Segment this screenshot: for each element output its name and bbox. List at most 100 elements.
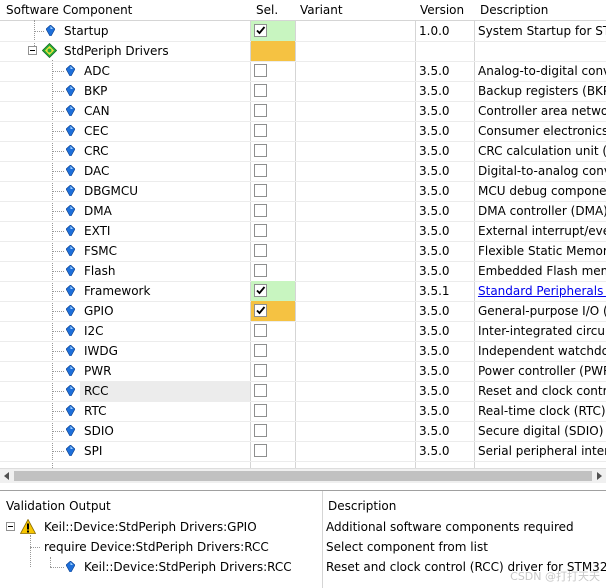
select-checkbox[interactable] xyxy=(254,144,267,157)
version-value: 3.5.0 xyxy=(419,164,450,178)
select-checkbox[interactable] xyxy=(254,84,267,97)
tree-branch xyxy=(52,371,64,373)
component-name: IWDG xyxy=(84,344,118,358)
component-row-spi[interactable]: SPI 3.5.0 Serial peripheral interface xyxy=(0,441,606,462)
component-row-fsmc[interactable]: FSMC 3.5.0 Flexible Static Memory Controll… xyxy=(0,241,606,262)
header-validation-description[interactable]: Description xyxy=(328,491,396,515)
component-row-cec[interactable]: CEC 3.5.0 Consumer electronics control xyxy=(0,121,606,142)
component-row-sdio[interactable]: SDIO 3.5.0 Secure digital (SDIO) interface xyxy=(0,421,606,442)
sel-cell xyxy=(251,181,295,201)
header-description[interactable]: Description xyxy=(480,0,548,20)
component-row-crc[interactable]: CRC 3.5.0 CRC calculation unit (CRC) xyxy=(0,141,606,162)
component-row-adc[interactable]: ADC 3.5.0 Analog-to-digital converter xyxy=(0,61,606,82)
select-checkbox[interactable] xyxy=(254,404,267,417)
sel-cell xyxy=(251,41,295,61)
tree-branch xyxy=(52,71,64,73)
component-row-rtc[interactable]: RTC 3.5.0 Real-time clock (RTC) driver xyxy=(0,401,606,422)
description-link[interactable]: Standard Peripherals Drivers xyxy=(478,281,606,301)
description-value: Analog-to-digital converter xyxy=(478,64,606,78)
tree-branch xyxy=(50,567,64,569)
component-name: CRC xyxy=(84,144,109,158)
component-row-flash[interactable]: Flash 3.5.0 Embedded Flash memory xyxy=(0,261,606,282)
select-checkbox[interactable] xyxy=(254,64,267,77)
version-value: 3.5.0 xyxy=(419,104,450,118)
component-row-can[interactable]: CAN 3.5.0 Controller area network xyxy=(0,101,606,122)
select-checkbox[interactable] xyxy=(254,364,267,377)
tree-branch xyxy=(52,411,64,413)
header-version[interactable]: Version xyxy=(420,0,464,20)
scroll-left-arrow-icon[interactable] xyxy=(3,472,10,480)
tree-branch xyxy=(52,131,64,133)
tree-branch xyxy=(52,451,64,453)
blue-gem-icon xyxy=(66,285,75,296)
description-value: Flexible Static Memory Controller xyxy=(478,244,606,258)
select-checkbox[interactable] xyxy=(254,224,267,237)
tree-branch xyxy=(30,547,40,549)
collapse-toggle-icon[interactable] xyxy=(6,522,15,531)
component-name: PWR xyxy=(84,364,112,378)
sel-cell xyxy=(251,261,295,281)
tree-branch xyxy=(52,331,64,333)
header-component[interactable]: Software Component xyxy=(6,0,132,20)
select-checkbox[interactable] xyxy=(254,304,267,317)
component-row-dbgmcu[interactable]: DBGMCU 3.5.0 MCU debug component xyxy=(0,181,606,202)
component-name: CEC xyxy=(84,124,109,138)
description-value: External interrupt/event xyxy=(478,224,606,238)
component-name: BKP xyxy=(84,84,108,98)
blue-gem-icon xyxy=(66,425,75,436)
component-row-exti[interactable]: EXTI 3.5.0 External interrupt/event xyxy=(0,221,606,242)
component-row-startup[interactable]: Startup 1.0.0 System Startup for STMicro… xyxy=(0,21,606,42)
description-value: System Startup for STMicroelectronics xyxy=(478,24,606,38)
select-checkbox[interactable] xyxy=(254,344,267,357)
component-row-framework[interactable]: Framework 3.5.1 Standard Peripherals Drive… xyxy=(0,281,606,302)
tree-branch xyxy=(52,191,64,193)
sel-cell xyxy=(251,81,295,101)
component-row-gpio[interactable]: GPIO 3.5.0 General-purpose I/O (GPIO) xyxy=(0,301,606,322)
component-row-rcc[interactable]: RCC 3.5.0 Reset and clock control (RCC) xyxy=(0,381,606,402)
blue-gem-icon xyxy=(66,385,75,396)
select-checkbox[interactable] xyxy=(254,284,267,297)
horizontal-scrollbar[interactable] xyxy=(0,468,606,483)
component-row-iwdg[interactable]: IWDG 3.5.0 Independent watchdog (IWDG) xyxy=(0,341,606,362)
component-row-bkp[interactable]: BKP 3.5.0 Backup registers (BKP) driver xyxy=(0,81,606,102)
scroll-right-arrow-icon[interactable] xyxy=(596,472,603,480)
component-name: Flash xyxy=(84,264,116,278)
component-name: DMA xyxy=(84,204,112,218)
select-checkbox[interactable] xyxy=(254,244,267,257)
header-validation-output[interactable]: Validation Output xyxy=(6,491,111,515)
header-variant[interactable]: Variant xyxy=(300,0,343,20)
component-name: DBGMCU xyxy=(84,184,139,198)
select-checkbox[interactable] xyxy=(254,424,267,437)
select-checkbox[interactable] xyxy=(254,164,267,177)
select-checkbox[interactable] xyxy=(254,384,267,397)
select-checkbox[interactable] xyxy=(254,124,267,137)
validation-row-gpio[interactable]: Keil::Device:StdPeriph Drivers:GPIO Addi… xyxy=(0,517,606,537)
blue-gem-icon xyxy=(66,125,75,136)
blue-gem-icon xyxy=(66,325,75,336)
blue-gem-icon xyxy=(66,365,75,376)
select-checkbox[interactable] xyxy=(254,204,267,217)
sel-cell xyxy=(251,341,295,361)
select-checkbox[interactable] xyxy=(254,184,267,197)
component-row-dac[interactable]: DAC 3.5.0 Digital-to-analog converter xyxy=(0,161,606,182)
scrollbar-thumb[interactable] xyxy=(14,471,592,481)
select-checkbox[interactable] xyxy=(254,24,267,37)
collapse-toggle-icon[interactable] xyxy=(28,46,37,55)
component-row-pwr[interactable]: PWR 3.5.0 Power controller (PWR) driver xyxy=(0,361,606,382)
tree-line xyxy=(50,557,52,567)
select-checkbox[interactable] xyxy=(254,104,267,117)
version-value: 3.5.0 xyxy=(419,244,450,258)
component-row-dma[interactable]: DMA 3.5.0 DMA controller (DMA) driver xyxy=(0,201,606,222)
description-value: Power controller (PWR) driver xyxy=(478,364,606,378)
select-checkbox[interactable] xyxy=(254,264,267,277)
header-sel[interactable]: Sel. xyxy=(256,0,278,20)
grid-header: Software Component Sel. Variant Version … xyxy=(0,0,606,21)
select-checkbox[interactable] xyxy=(254,324,267,337)
select-checkbox[interactable] xyxy=(254,444,267,457)
component-row-stdperiph[interactable]: StdPeriph Drivers xyxy=(0,41,606,62)
tree-branch xyxy=(52,211,64,213)
component-row-i2c[interactable]: I2C 3.5.0 Inter-integrated circuit (I2C) xyxy=(0,321,606,342)
green-diamond-icon xyxy=(42,43,57,58)
validation-row-require[interactable]: require Device:StdPeriph Drivers:RCC Sel… xyxy=(0,537,606,557)
component-name: SPI xyxy=(84,444,103,458)
